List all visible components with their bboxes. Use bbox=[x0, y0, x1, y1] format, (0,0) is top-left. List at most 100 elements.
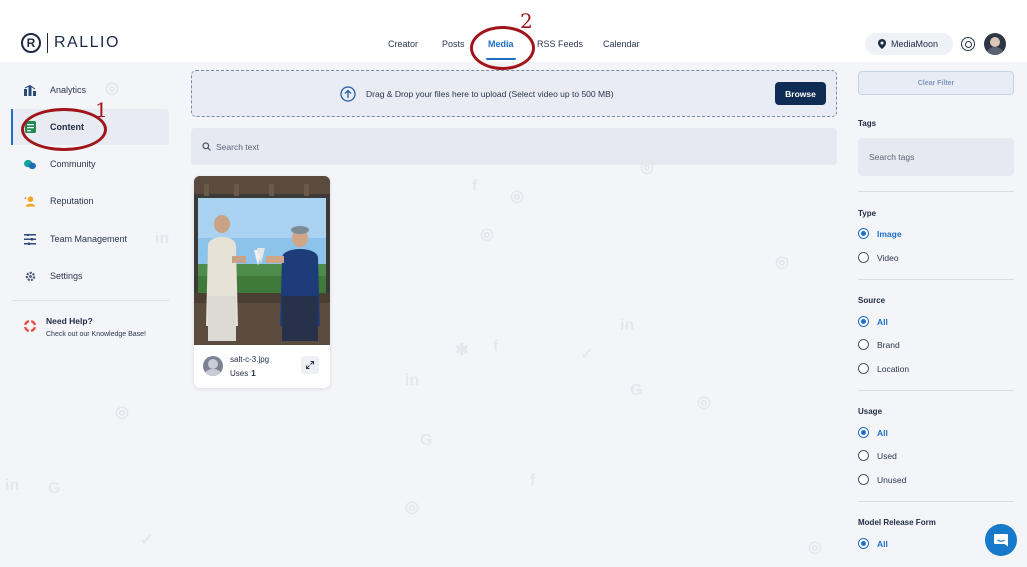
watermark-instagram-icon: ◎ bbox=[510, 188, 524, 205]
radio-button[interactable] bbox=[858, 252, 869, 263]
usage-option-all[interactable]: All bbox=[858, 427, 888, 438]
expand-icon bbox=[306, 361, 314, 369]
watermark-google-icon: G bbox=[420, 432, 433, 449]
radio-label: Unused bbox=[877, 474, 907, 485]
sidebar-item-label: Team Management bbox=[50, 234, 128, 244]
type-option-image[interactable]: Image bbox=[858, 228, 902, 239]
tags-label: Tags bbox=[858, 119, 877, 128]
team-management-icon bbox=[24, 233, 36, 245]
filter-divider bbox=[858, 390, 1014, 391]
radio-button[interactable] bbox=[858, 363, 869, 374]
media-photo bbox=[194, 176, 330, 345]
source-option-brand[interactable]: Brand bbox=[858, 339, 900, 350]
media-filename: salt-c-3.jpg bbox=[230, 355, 270, 364]
top-bar: R RALLIO Creator Posts Media RSS Feeds C… bbox=[0, 0, 1027, 62]
watermark-instagram-icon: ◎ bbox=[808, 539, 822, 556]
upload-instructions: Drag & Drop your files here to upload (S… bbox=[366, 89, 614, 99]
watermark-instagram-icon: ◎ bbox=[480, 226, 494, 243]
sidebar-item-label: Analytics bbox=[50, 85, 87, 95]
user-avatar[interactable] bbox=[984, 33, 1006, 55]
radio-button[interactable] bbox=[858, 316, 869, 327]
radio-button[interactable] bbox=[858, 339, 869, 350]
filter-divider bbox=[858, 279, 1014, 280]
media-card[interactable]: salt-c-3.jpg Uses 1 bbox=[194, 176, 330, 388]
usage-option-unused[interactable]: Unused bbox=[858, 474, 906, 485]
location-pin-icon bbox=[878, 39, 886, 49]
location-selector[interactable]: MediaMoon bbox=[865, 33, 953, 55]
sidebar-item-content[interactable]: Content bbox=[11, 109, 169, 145]
radio-button[interactable] bbox=[858, 538, 869, 549]
location-name: MediaMoon bbox=[891, 39, 939, 49]
radio-label: Video bbox=[877, 252, 899, 263]
clear-filter-button[interactable]: Clear Filter bbox=[858, 71, 1014, 95]
source-option-all[interactable]: All bbox=[858, 316, 888, 327]
radio-button[interactable] bbox=[858, 427, 869, 438]
watermark-instagram-icon: ◎ bbox=[775, 254, 789, 271]
expand-button[interactable] bbox=[301, 356, 319, 374]
sidebar-item-community[interactable]: Community bbox=[12, 146, 169, 182]
nav-posts[interactable]: Posts bbox=[442, 39, 465, 49]
source-option-location[interactable]: Location bbox=[858, 363, 909, 374]
analytics-icon bbox=[24, 84, 36, 96]
help-subtitle: Check out our Knowledge Base! bbox=[46, 331, 147, 338]
nav-calendar[interactable]: Calendar bbox=[603, 39, 640, 49]
watermark-instagram-icon: ◎ bbox=[697, 394, 711, 411]
browse-button[interactable]: Browse bbox=[775, 82, 826, 105]
search-bar bbox=[191, 128, 837, 165]
help-text: Need Help? Check out our Knowledge Base! bbox=[46, 316, 146, 338]
watermark-facebook-icon: f bbox=[493, 338, 499, 355]
radio-label: All bbox=[877, 538, 888, 549]
usage-label: Usage bbox=[858, 407, 883, 416]
uploader-avatar bbox=[203, 356, 223, 376]
model-release-option-all[interactable]: All bbox=[858, 538, 888, 549]
sidebar-item-reputation[interactable]: Reputation bbox=[12, 183, 169, 219]
radio-button[interactable] bbox=[858, 228, 869, 239]
search-icon bbox=[202, 142, 211, 151]
reputation-icon bbox=[24, 195, 36, 207]
watermark-linkedin-icon: in bbox=[620, 317, 635, 334]
filter-divider bbox=[858, 501, 1014, 502]
content-icon bbox=[24, 121, 36, 133]
help-title: Need Help? bbox=[46, 316, 93, 326]
radio-button[interactable] bbox=[858, 450, 869, 461]
radio-label: Location bbox=[877, 363, 910, 374]
filter-panel: Clear Filter Tags Type Image Video Sourc… bbox=[846, 62, 1027, 567]
sidebar-item-settings[interactable]: Settings bbox=[12, 258, 169, 294]
sidebar-item-label: Reputation bbox=[50, 196, 94, 206]
search-input[interactable] bbox=[216, 141, 716, 152]
sidebar: Analytics Content Community Reputation T… bbox=[0, 62, 180, 567]
sidebar-divider bbox=[12, 300, 169, 301]
chat-support-button[interactable] bbox=[985, 524, 1017, 556]
sidebar-item-analytics[interactable]: Analytics bbox=[12, 72, 169, 108]
watermark-facebook-icon: f bbox=[472, 178, 478, 195]
media-uses: Uses 1 bbox=[230, 369, 256, 378]
tags-search-input[interactable] bbox=[858, 138, 1014, 176]
radio-label: Brand bbox=[877, 339, 900, 350]
type-label: Type bbox=[858, 209, 877, 218]
media-thumbnail[interactable] bbox=[194, 176, 330, 345]
uses-count: 1 bbox=[251, 369, 256, 378]
sidebar-item-team-management[interactable]: Team Management bbox=[12, 221, 169, 257]
type-option-video[interactable]: Video bbox=[858, 252, 899, 263]
radio-button[interactable] bbox=[858, 474, 869, 485]
sidebar-item-label: Settings bbox=[50, 271, 83, 281]
nav-media[interactable]: Media bbox=[488, 39, 514, 49]
nav-rss-feeds[interactable]: RSS Feeds bbox=[537, 39, 583, 49]
annotation-number-2: 2 bbox=[520, 9, 533, 33]
radio-label: All bbox=[877, 316, 888, 327]
lifebuoy-icon bbox=[23, 319, 37, 333]
upload-icon bbox=[340, 86, 356, 102]
watermark-twitter-icon: ✓ bbox=[580, 346, 594, 363]
annotation-number-1: 1 bbox=[95, 98, 108, 122]
upload-dropzone[interactable]: Drag & Drop your files here to upload (S… bbox=[191, 70, 837, 117]
model-release-label: Model Release Form bbox=[858, 518, 936, 527]
support-icon[interactable] bbox=[961, 37, 975, 51]
nav-creator[interactable]: Creator bbox=[388, 39, 418, 49]
chat-icon bbox=[994, 533, 1008, 546]
watermark-instagram-icon: ◎ bbox=[405, 499, 419, 516]
usage-option-used[interactable]: Used bbox=[858, 450, 897, 461]
need-help-link[interactable]: Need Help? Check out our Knowledge Base! bbox=[23, 316, 146, 338]
gear-icon bbox=[24, 270, 36, 282]
filter-divider bbox=[858, 191, 1014, 192]
radio-label: All bbox=[877, 427, 888, 438]
